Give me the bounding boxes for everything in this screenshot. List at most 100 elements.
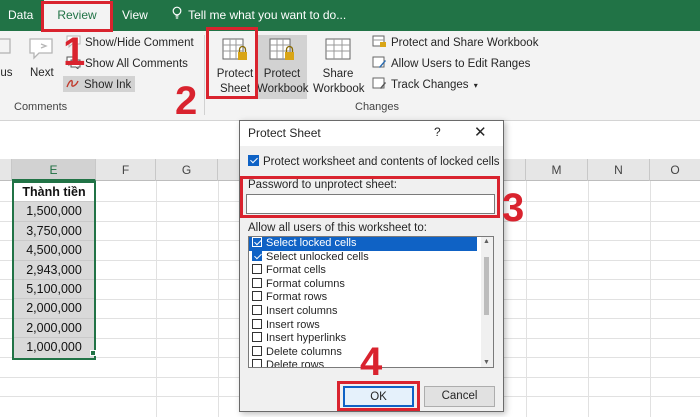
ink-icon [65, 77, 81, 91]
checkbox-icon [252, 304, 262, 315]
tab-data[interactable]: Data [8, 0, 33, 31]
protect-workbook-button[interactable]: Protect Workbook [257, 35, 309, 99]
next-comment-label: Next [30, 67, 54, 79]
next-comment-icon [27, 37, 57, 66]
table-cell[interactable]: 3,750,000 [14, 221, 94, 242]
allow-users-icon [372, 56, 388, 70]
show-ink-button[interactable]: Show Ink [63, 76, 136, 92]
option-label: Format cells [266, 264, 326, 277]
ribbon: ous Next Show/Hide Comment Show All Comm… [0, 31, 700, 121]
close-button[interactable]: ✕ [474, 123, 487, 141]
list-item[interactable]: Format columns [249, 277, 493, 292]
list-scrollbar[interactable]: ▲ ▼ [481, 237, 493, 367]
highlight-password-field [240, 176, 500, 218]
checkbox-checked-icon [252, 250, 262, 261]
column-header-n[interactable]: N [588, 159, 650, 181]
highlight-ok-button [337, 381, 420, 411]
column-header-m[interactable]: M [526, 159, 588, 181]
protect-worksheet-label: Protect worksheet and contents of locked… [263, 156, 500, 168]
share-workbook-button[interactable]: Share Workbook [313, 35, 365, 99]
cell-header-thanh-tien[interactable]: Thành tiền [14, 183, 94, 203]
highlight-review-tab [41, 1, 113, 32]
table-cell[interactable]: 2,000,000 [14, 299, 94, 319]
previous-comment-icon [0, 37, 12, 64]
list-item[interactable]: Insert columns [249, 304, 493, 319]
step-number-2: 2 [175, 79, 198, 123]
share-workbook-label-1: Share [322, 68, 354, 80]
previous-comment-label: ous [0, 67, 13, 79]
protect-share-icon [372, 35, 388, 49]
table-cell[interactable]: 5,100,000 [14, 279, 94, 300]
changes-group-label: Changes [355, 101, 400, 113]
scroll-down-icon[interactable]: ▼ [483, 359, 490, 366]
option-label: Delete rows [266, 359, 325, 368]
checkbox-icon [252, 277, 262, 288]
option-label: Select unlocked cells [266, 250, 369, 263]
column-header-g[interactable]: G [156, 159, 218, 181]
list-item[interactable]: Insert rows [249, 318, 493, 333]
scroll-thumb[interactable] [484, 257, 489, 315]
column-header-e[interactable]: E [12, 159, 96, 181]
next-comment-button[interactable]: Next [30, 67, 54, 79]
table-cell[interactable]: 2,000,000 [14, 318, 94, 339]
list-item[interactable]: Select unlocked cells [249, 250, 493, 265]
protect-and-share-button[interactable]: Protect and Share Workbook [372, 35, 538, 49]
checkbox-icon [252, 291, 262, 302]
tell-me-search[interactable]: Tell me what you want to do... [172, 0, 346, 31]
list-item[interactable]: Select locked cells [249, 237, 477, 251]
highlight-protect-sheet [206, 27, 258, 99]
scroll-up-icon[interactable]: ▲ [483, 238, 490, 245]
show-ink-label: Show Ink [84, 79, 132, 91]
previous-comment-button[interactable]: ous [0, 67, 13, 79]
table-cell[interactable]: 1,000,000 [14, 338, 94, 358]
checkbox-icon [252, 264, 262, 275]
option-label: Insert hyperlinks [266, 332, 347, 345]
allow-users-label: Allow Users to Edit Ranges [391, 58, 531, 70]
protect-workbook-icon [267, 37, 297, 65]
option-label: Select locked cells [266, 237, 357, 249]
protect-and-share-label: Protect and Share Workbook [391, 37, 539, 49]
track-changes-button[interactable]: Track Changes ▾ [372, 77, 478, 91]
track-changes-label: Track Changes [391, 79, 469, 91]
option-label: Format columns [266, 277, 345, 290]
tab-view[interactable]: View [122, 0, 148, 31]
share-workbook-icon [323, 37, 353, 65]
dialog-title: Protect Sheet [248, 126, 321, 140]
checkbox-icon [252, 345, 262, 356]
option-label: Insert columns [266, 304, 338, 317]
checkbox-icon [252, 318, 262, 329]
comments-group-label: Comments [14, 101, 68, 113]
list-item[interactable]: Format rows [249, 291, 493, 305]
step-number-4: 4 [360, 340, 383, 384]
step-number-1: 1 [63, 30, 86, 74]
list-item[interactable]: Format cells [249, 264, 493, 278]
track-changes-icon [372, 77, 388, 91]
fill-handle[interactable] [90, 350, 96, 356]
table-cell[interactable]: 2,943,000 [14, 260, 94, 280]
dialog-title-bar: Protect Sheet ? ✕ [240, 121, 503, 146]
show-all-comments-label: Show All Comments [85, 58, 188, 70]
allow-users-edit-ranges-button[interactable]: Allow Users to Edit Ranges [372, 56, 530, 70]
ribbon-separator [204, 35, 205, 115]
column-header-o[interactable]: O [650, 159, 700, 181]
dropdown-arrow-icon: ▾ [473, 81, 478, 90]
show-hide-comment-label: Show/Hide Comment [85, 37, 194, 49]
checkbox-icon [252, 332, 262, 343]
checkbox-icon [252, 359, 262, 367]
row-header-corner[interactable] [0, 159, 12, 181]
allow-users-label: Allow all users of this worksheet to: [248, 222, 427, 234]
step-number-3: 3 [502, 186, 525, 230]
option-label: Format rows [266, 291, 328, 304]
protect-worksheet-checkbox[interactable]: Protect worksheet and contents of locked… [248, 155, 500, 168]
tell-me-text: Tell me what you want to do... [188, 8, 347, 22]
protect-workbook-label-1: Protect [263, 68, 301, 80]
share-workbook-label-2: Workbook [313, 83, 365, 95]
table-cell[interactable]: 1,500,000 [14, 202, 94, 222]
help-button[interactable]: ? [434, 125, 441, 139]
checkbox-checked-icon [252, 237, 262, 247]
lightbulb-icon [172, 0, 185, 31]
cancel-button[interactable]: Cancel [424, 386, 495, 407]
table-cell[interactable]: 4,500,000 [14, 241, 94, 261]
column-header-f[interactable]: F [96, 159, 156, 181]
selected-range[interactable]: Thành tiền 1,500,000 3,750,000 4,500,000… [12, 181, 96, 360]
